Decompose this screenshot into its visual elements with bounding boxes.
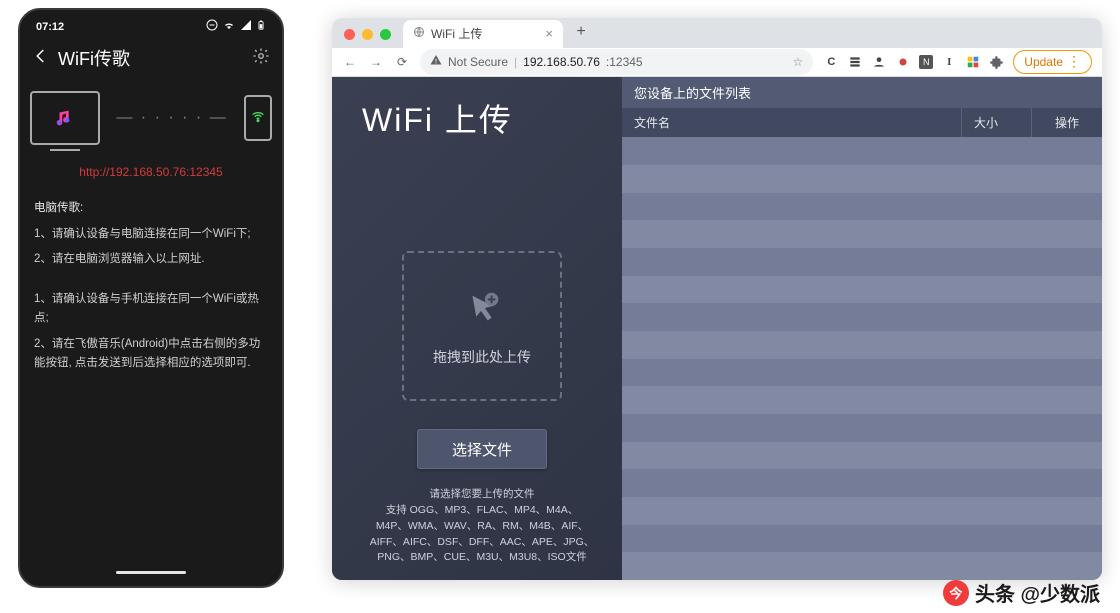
watermark-logo-icon: 今 [943,580,969,606]
browser-window: WiFi 上传 × + ← → ⟳ Not Secure | 192.168.5… [332,18,1102,580]
close-tab-button[interactable]: × [545,26,553,41]
choose-file-button[interactable]: 选择文件 [417,429,547,469]
phone-frame: 07:12 WiFi传歌 [18,8,284,588]
gear-icon[interactable] [252,47,270,70]
instructions-pc: 电脑传歌: 1、请确认设备与电脑连接在同一个WiFi下; 2、请在电脑浏览器输入… [30,195,272,276]
section2-line2: 2、请在飞傲音乐(Android)中点击右侧的多功能按钮, 点击发送到后选择相应… [34,335,268,374]
not-secure-label: Not Secure [448,55,508,69]
table-row [622,220,1102,248]
file-list-pane: 您设备上的文件列表 文件名 大小 操作 [622,77,1102,580]
kebab-icon: ⋮ [1067,53,1081,70]
table-row [622,469,1102,497]
cursor-plus-icon [459,286,505,337]
table-row [622,442,1102,470]
nav-back-button[interactable]: ← [342,55,358,69]
table-row [622,248,1102,276]
maximize-window-button[interactable] [380,29,391,40]
reload-button[interactable]: ⟳ [394,55,410,69]
hint-line: PNG、BMP、CUE、M3U、M3U8、ISO文件 [370,550,595,566]
new-tab-button[interactable]: + [569,20,593,44]
app-title: WiFi传歌 [58,45,130,71]
illustration: — · · · · · — [30,91,272,145]
browser-tab[interactable]: WiFi 上传 × [403,20,563,48]
watermark-text: 头条 @少数派 [975,578,1100,607]
update-button[interactable]: Update ⋮ [1013,50,1092,74]
extension-icon[interactable] [895,54,911,70]
bookmark-icon[interactable]: ☆ [793,55,804,69]
signal-icon [240,19,252,34]
table-row [622,303,1102,331]
globe-icon [413,26,425,41]
drop-label: 拖拽到此处上传 [433,347,531,367]
extension-icon[interactable]: N [919,55,933,69]
table-row [622,193,1102,221]
status-icons [206,18,266,35]
tab-strip: WiFi 上传 × + [332,18,1102,48]
watermark: 今 头条 @少数派 [943,578,1100,607]
phone-icon [244,95,272,141]
instructions-mobile: 1、请确认设备与手机连接在同一个WiFi或热点; 2、请在飞傲音乐(Androi… [30,290,272,380]
extension-icon[interactable]: C [823,54,839,70]
address-host: 192.168.50.76 [523,55,600,69]
page-content: WiFi 上传 拖拽到此处上传 选择文件 请选择您要上传的文件 支持 OGG、M… [332,77,1102,580]
file-list-rows [622,137,1102,580]
section2-line1: 1、请确认设备与手机连接在同一个WiFi或热点; [34,290,268,329]
address-bar[interactable]: Not Secure | 192.168.50.76:12345 ☆ [420,49,813,75]
battery-icon [256,18,266,35]
section1-title: 电脑传歌: [34,199,268,219]
not-secure-icon [430,54,442,69]
hint-line: AIFF、AIFC、DSF、DFF、AAC、APE、JPG、 [370,535,595,551]
connection-dots-icon: — · · · · · — [116,109,227,127]
section1-line1: 1、请确认设备与电脑连接在同一个WiFi下; [34,225,268,245]
nav-forward-button[interactable]: → [368,55,384,69]
extension-row: C N I Update ⋮ [823,50,1092,74]
window-controls [340,29,397,48]
table-row [622,331,1102,359]
music-note-icon [54,107,76,129]
address-port: :12345 [606,55,643,69]
do-not-disturb-icon [206,19,218,34]
status-bar: 07:12 [30,16,272,41]
extensions-menu-icon[interactable] [989,54,1005,70]
app-header: WiFi传歌 [30,41,272,81]
extension-icon[interactable] [871,54,887,70]
wifi-signal-icon [250,108,266,129]
toolbar: ← → ⟳ Not Secure | 192.168.50.76:12345 ☆… [332,48,1102,78]
table-row [622,414,1102,442]
table-row [622,359,1102,387]
hint-line: 请选择您要上传的文件 [370,487,595,503]
upload-hint: 请选择您要上传的文件 支持 OGG、MP3、FLAC、MP4、M4A、 M4P、… [370,487,595,566]
update-label: Update [1024,55,1063,69]
table-row [622,276,1102,304]
col-size: 大小 [962,108,1032,137]
minimize-window-button[interactable] [362,29,373,40]
extension-icon[interactable] [847,54,863,70]
table-row [622,137,1102,165]
upload-pane: WiFi 上传 拖拽到此处上传 选择文件 请选择您要上传的文件 支持 OGG、M… [332,77,622,580]
server-url: http://192.168.50.76:12345 [30,165,272,179]
file-list-columns: 文件名 大小 操作 [622,108,1102,137]
extension-icon[interactable]: I [941,54,957,70]
close-window-button[interactable] [344,29,355,40]
table-row [622,552,1102,580]
wifi-icon [222,19,236,34]
col-ops: 操作 [1032,108,1102,137]
table-row [622,497,1102,525]
drop-zone[interactable]: 拖拽到此处上传 [402,251,562,401]
monitor-icon [30,91,100,145]
col-name: 文件名 [622,108,962,137]
home-indicator[interactable] [116,571,186,574]
page-title: WiFi 上传 [362,95,513,141]
file-list-header: 您设备上的文件列表 [622,77,1102,108]
table-row [622,386,1102,414]
status-time: 07:12 [36,21,64,33]
table-row [622,165,1102,193]
tab-title: WiFi 上传 [431,25,482,42]
hint-line: M4P、WMA、WAV、RA、RM、M4B、AIF、 [370,519,595,535]
table-row [622,525,1102,553]
back-icon[interactable] [32,47,50,70]
hint-line: 支持 OGG、MP3、FLAC、MP4、M4A、 [370,503,595,519]
section1-line2: 2、请在电脑浏览器输入以上网址. [34,250,268,270]
extension-icon[interactable] [965,54,981,70]
